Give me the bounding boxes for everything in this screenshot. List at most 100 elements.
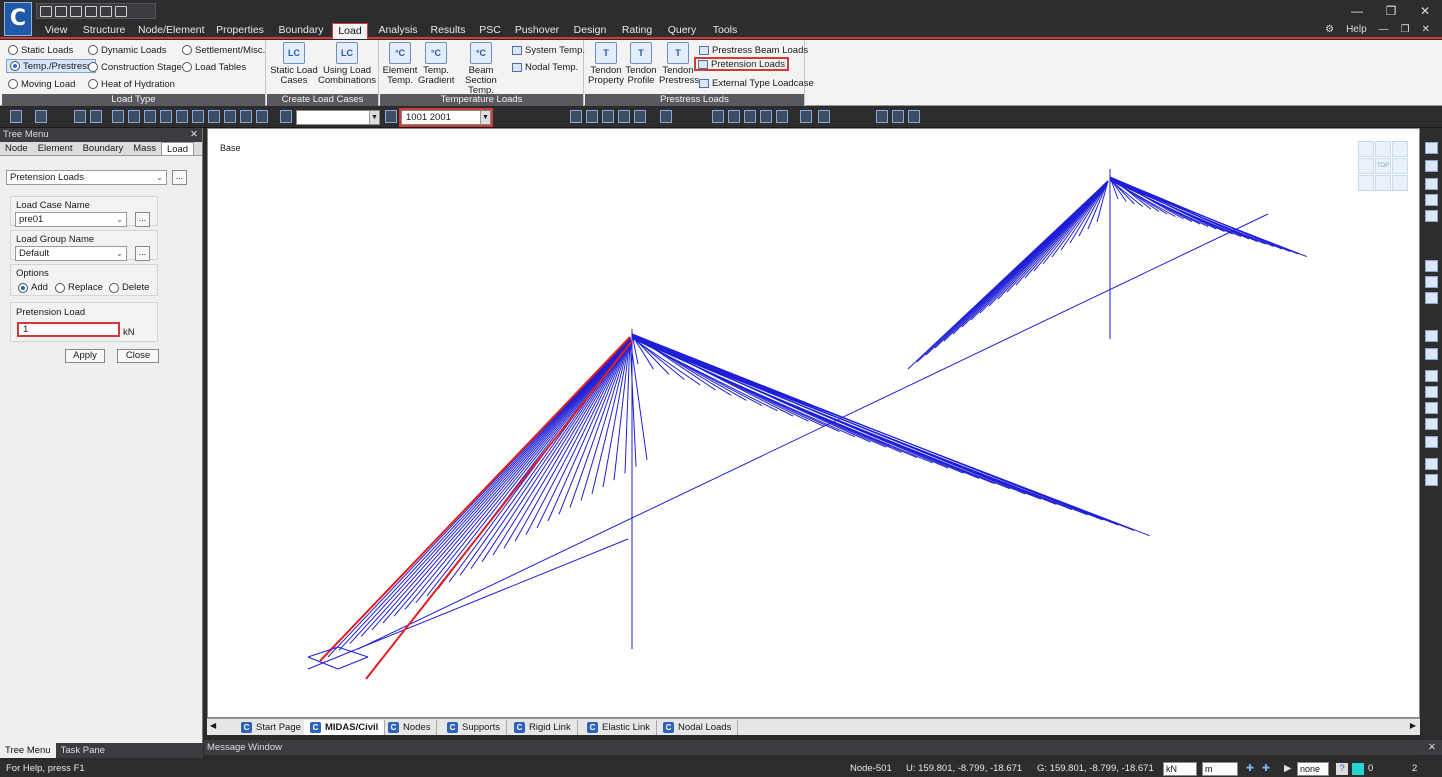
select-icon[interactable] — [192, 110, 204, 123]
render-icon[interactable] — [634, 110, 646, 123]
rotate-icon[interactable] — [1425, 260, 1438, 272]
message-window[interactable]: Message Window ✕ — [204, 740, 1442, 755]
tendon-property-button[interactable]: T Tendon Property — [587, 42, 625, 86]
axis-icon[interactable] — [1425, 436, 1438, 448]
select-icon[interactable] — [160, 110, 172, 123]
tab-scroll-left-icon[interactable]: ◀ — [210, 721, 216, 730]
tendon-prestress-button[interactable]: T Tendon Prestress — [659, 42, 699, 86]
pan-icon[interactable] — [1425, 292, 1438, 304]
select-icon[interactable] — [208, 110, 220, 123]
moving-load-option[interactable]: Moving Load — [8, 77, 75, 91]
option-add[interactable]: Add — [18, 282, 48, 293]
tab-tree-menu[interactable]: Tree Menu — [0, 743, 56, 758]
tab-results[interactable]: Results — [428, 23, 468, 39]
force-unit-select[interactable]: kN — [1163, 762, 1197, 776]
restore-icon[interactable]: ❐ — [1374, 0, 1408, 22]
view-cube-edge[interactable] — [1358, 158, 1374, 174]
undo-icon[interactable] — [10, 110, 22, 123]
view-top-icon[interactable] — [1425, 402, 1438, 414]
view-icon[interactable] — [90, 110, 102, 123]
render-icon[interactable] — [586, 110, 598, 123]
open-file-icon[interactable] — [55, 5, 67, 17]
window-icon[interactable] — [876, 110, 888, 123]
static-load-cases-button[interactable]: LC Static Load Cases — [269, 42, 319, 86]
external-type-loadcase-button[interactable]: External Type Loadcase — [697, 76, 816, 90]
doc-tab-elastic-link[interactable]: C Elastic Link — [581, 720, 658, 735]
play-icon[interactable]: ▶ — [1284, 761, 1291, 777]
save-as-icon[interactable] — [85, 5, 97, 17]
view-bottom-icon[interactable] — [1425, 418, 1438, 430]
view-cube-corner[interactable] — [1358, 141, 1374, 157]
tendon-profile-button[interactable]: T Tendon Profile — [623, 42, 659, 86]
tab-rating[interactable]: Rating — [618, 23, 656, 39]
tree-tab-mass[interactable]: Mass — [128, 142, 161, 155]
tab-properties[interactable]: Properties — [214, 23, 266, 39]
select-icon[interactable] — [112, 110, 124, 123]
close-button[interactable]: Close — [117, 349, 159, 363]
element-temp-button[interactable]: °C Element Temp. — [382, 42, 418, 86]
select-icon[interactable] — [128, 110, 140, 123]
tab-psc[interactable]: PSC — [476, 23, 504, 39]
tab-boundary[interactable]: Boundary — [276, 23, 326, 39]
tree-tab-load[interactable]: Load — [160, 142, 195, 155]
rotate-view-icon[interactable] — [1425, 276, 1438, 288]
view-cube-edge[interactable] — [1375, 141, 1391, 157]
tab-task-pane[interactable]: Task Pane — [56, 743, 110, 758]
zoom-in-icon[interactable] — [1425, 178, 1438, 190]
view-cube-edge[interactable] — [1392, 158, 1408, 174]
zoom-out-icon[interactable] — [1425, 194, 1438, 206]
preview-icon[interactable] — [115, 5, 127, 17]
display-icon[interactable] — [744, 110, 756, 123]
tab-analysis[interactable]: Analysis — [376, 23, 420, 39]
tab-view[interactable]: View — [40, 23, 72, 39]
load-tables-option[interactable]: Load Tables — [182, 60, 246, 74]
option-replace[interactable]: Replace — [55, 282, 103, 293]
select-icon[interactable] — [224, 110, 236, 123]
load-case-select[interactable]: pre01 ⌄ — [15, 212, 127, 227]
ribbon-minimize-icon[interactable]: — — [1379, 22, 1389, 39]
tab-query[interactable]: Query — [664, 23, 700, 39]
tree-tab-boundary[interactable]: Boundary — [78, 142, 129, 155]
doc-tab-nodal-loads[interactable]: C Nodal Loads — [657, 720, 739, 735]
nodal-temp-button[interactable]: Nodal Temp. — [510, 60, 580, 74]
tab-tools[interactable]: Tools — [708, 23, 742, 39]
load-type-more-button[interactable]: ... — [172, 170, 187, 185]
display-icon[interactable] — [818, 110, 830, 123]
apply-button[interactable]: Apply — [65, 349, 105, 363]
settings-icon[interactable]: ⚙ — [1325, 22, 1334, 39]
view-right-icon[interactable] — [1425, 370, 1438, 382]
zoom-window-icon[interactable] — [1425, 160, 1438, 172]
message-close-icon[interactable]: ✕ — [1428, 740, 1436, 755]
temp-prestress-option[interactable]: Temp./Prestress — [6, 59, 96, 73]
select-icon[interactable] — [240, 110, 252, 123]
doc-tab-nodes[interactable]: C Nodes — [382, 720, 438, 735]
layer-icon[interactable] — [1425, 458, 1438, 470]
using-load-combinations-button[interactable]: LC Using Load Combinations — [317, 42, 377, 86]
display-icon[interactable] — [776, 110, 788, 123]
prestress-beam-loads-button[interactable]: Prestress Beam Loads — [697, 43, 810, 57]
save-icon[interactable] — [70, 5, 82, 17]
help-icon[interactable]: ? — [1336, 763, 1348, 775]
length-unit-select[interactable]: m — [1202, 762, 1238, 776]
view-left-icon[interactable] — [1425, 386, 1438, 398]
snap-select[interactable]: none — [1297, 762, 1329, 776]
view-cube[interactable]: TOP — [1358, 141, 1410, 193]
view-cube-corner[interactable] — [1358, 175, 1374, 191]
app-logo-icon[interactable]: C — [4, 2, 32, 36]
pointer-icon[interactable] — [280, 110, 292, 123]
render-icon[interactable] — [618, 110, 630, 123]
tab-structure[interactable]: Structure — [80, 23, 128, 39]
view-icon[interactable] — [74, 110, 86, 123]
load-type-select[interactable]: Pretension Loads ⌄ — [6, 170, 167, 185]
doc-tab-start-page[interactable]: C Start Page — [235, 720, 308, 735]
select-icon[interactable] — [144, 110, 156, 123]
doc-tab-rigid-link[interactable]: C Rigid Link — [508, 720, 578, 735]
tab-node-element[interactable]: Node/Element — [138, 23, 205, 39]
print-icon[interactable] — [100, 5, 112, 17]
select-by-id-icon[interactable] — [385, 110, 397, 123]
display-icon[interactable] — [728, 110, 740, 123]
close-icon[interactable]: ✕ — [1408, 0, 1442, 22]
select-icon[interactable] — [176, 110, 188, 123]
tab-load[interactable]: Load — [332, 23, 368, 39]
tab-pushover[interactable]: Pushover — [512, 23, 562, 39]
